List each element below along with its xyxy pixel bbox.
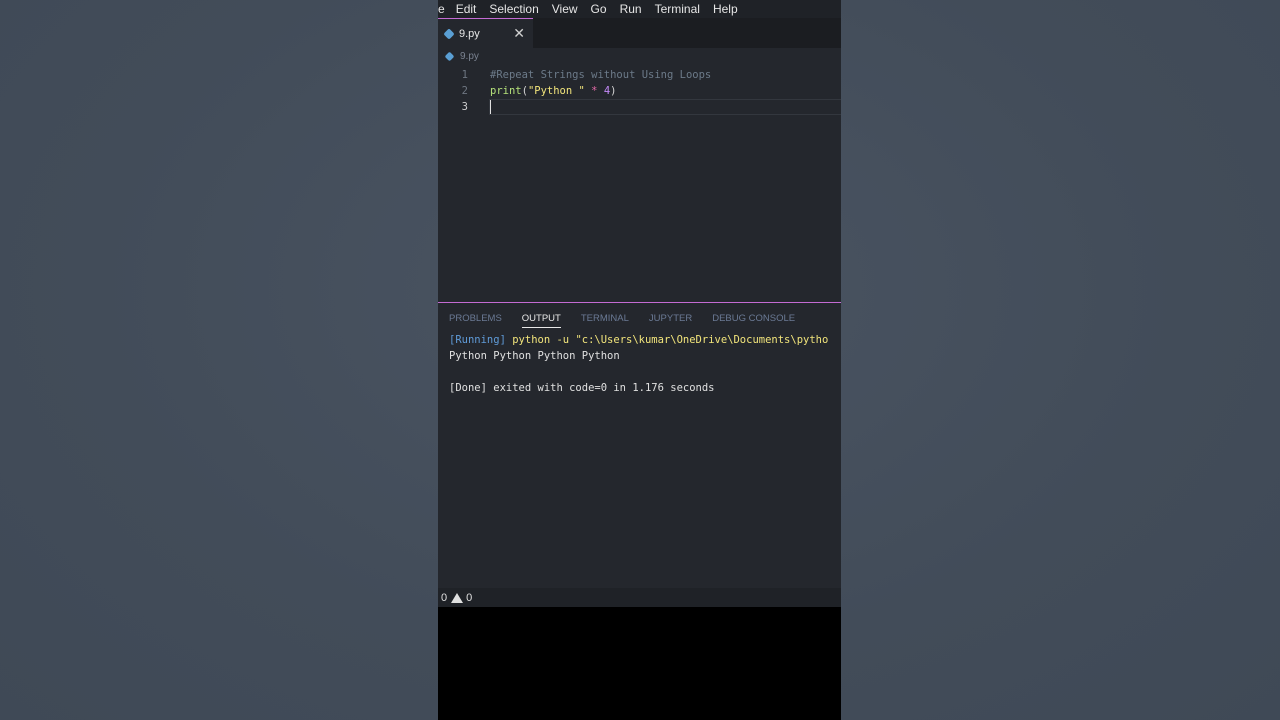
line-number: 2 (461, 85, 468, 97)
menu-edit[interactable]: Edit (456, 2, 477, 16)
menu-terminal[interactable]: Terminal (655, 2, 700, 16)
code-editor[interactable]: 1 #Repeat Strings without Using Loops 2 … (438, 66, 841, 302)
tab-label: 9.py (459, 27, 480, 40)
output-running-line: [Running] python -u "c:\Users\kumar\OneD… (449, 334, 828, 346)
running-label: [Running] (449, 334, 506, 346)
code-line[interactable]: 2 print("Python " * 4) (438, 83, 841, 99)
error-count[interactable]: 0 (441, 592, 447, 604)
python-file-icon (444, 51, 455, 62)
done-line: [Done] exited with code=0 in 1.176 secon… (449, 382, 715, 394)
tab-problems[interactable]: PROBLEMS (449, 313, 502, 328)
panel-tabs: PROBLEMS OUTPUT TERMINAL JUPYTER DEBUG C… (449, 313, 815, 328)
line-number: 3 (461, 101, 468, 113)
line-number: 1 (461, 69, 468, 81)
tab-terminal[interactable]: TERMINAL (581, 313, 629, 328)
breadcrumb[interactable]: 9.py (444, 51, 479, 62)
code-string: "Python " (527, 85, 585, 97)
close-icon[interactable]: ✕ (513, 25, 525, 42)
menu-run[interactable]: Run (620, 2, 642, 16)
code-line[interactable]: 1 #Repeat Strings without Using Loops (438, 67, 841, 83)
code-operator: * (584, 85, 604, 97)
tab-output[interactable]: OUTPUT (521, 313, 561, 328)
code-function: print (490, 85, 522, 97)
breadcrumb-label: 9.py (460, 51, 479, 62)
code-comment: #Repeat Strings without Using Loops (490, 69, 712, 81)
code-line-active[interactable]: 3 (438, 99, 841, 115)
tab-jupyter[interactable]: JUPYTER (649, 313, 692, 328)
status-bar: 0 0 (438, 588, 841, 607)
vscode-window: e Edit Selection View Go Run Terminal He… (438, 0, 841, 720)
menu-help[interactable]: Help (713, 2, 738, 16)
warning-icon (451, 592, 464, 603)
tab-9py[interactable]: 9.py ✕ (438, 18, 533, 48)
tab-debug-console[interactable]: DEBUG CONSOLE (712, 313, 795, 328)
current-line-highlight (489, 99, 841, 115)
python-file-icon (443, 27, 455, 40)
warning-count[interactable]: 0 (466, 592, 472, 604)
editor-tab-bar: 9.py ✕ (438, 18, 841, 48)
program-output: Python Python Python Python (449, 350, 620, 362)
black-area (438, 607, 841, 720)
bottom-panel: PROBLEMS OUTPUT TERMINAL JUPYTER DEBUG C… (438, 303, 841, 588)
menu-go[interactable]: Go (591, 2, 607, 16)
menu-file[interactable]: e (438, 2, 445, 16)
menu-view[interactable]: View (552, 2, 578, 16)
run-command: python -u "c:\Users\kumar\OneDrive\Docum… (505, 334, 829, 346)
code-paren: ) (610, 85, 617, 97)
menu-selection[interactable]: Selection (489, 2, 538, 16)
menu-bar: e Edit Selection View Go Run Terminal He… (438, 0, 841, 18)
